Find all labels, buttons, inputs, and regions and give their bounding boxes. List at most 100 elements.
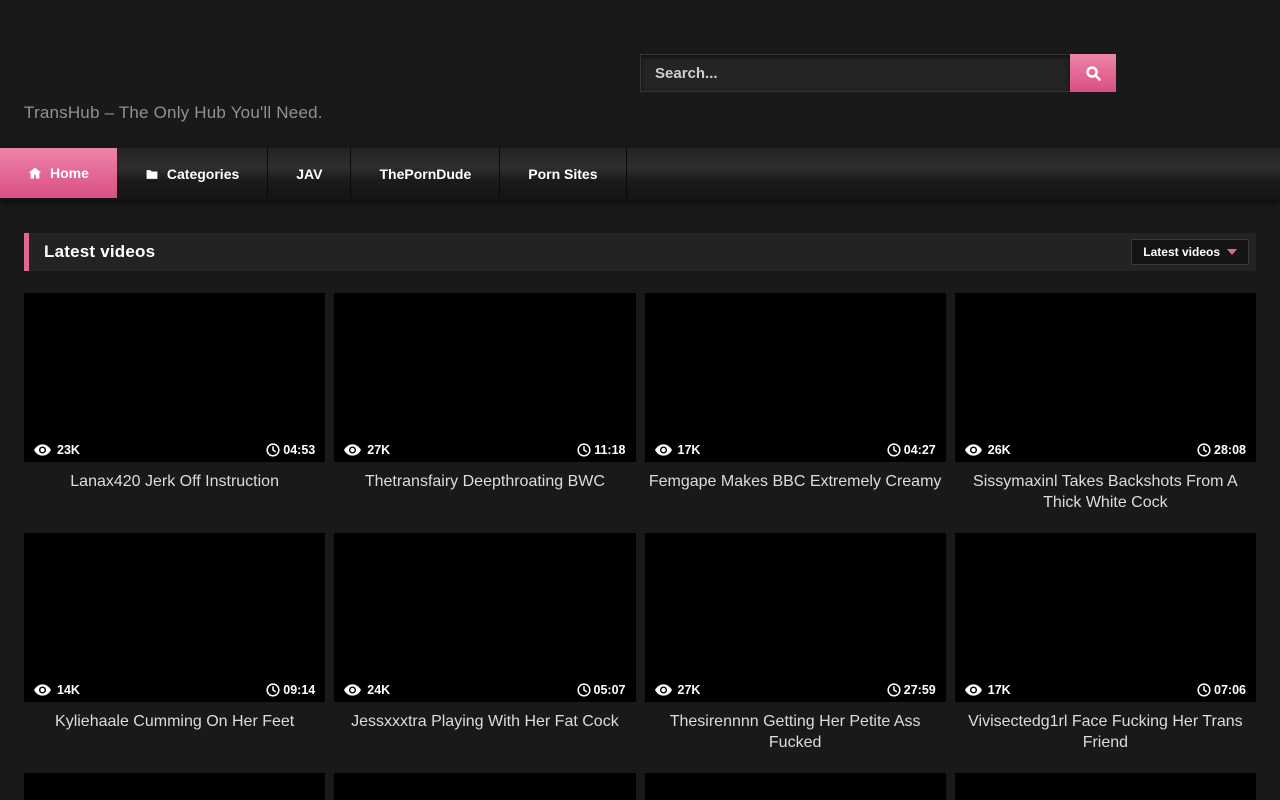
duration-clock-icon — [577, 443, 591, 457]
video-duration: 04:53 — [283, 443, 315, 457]
video-duration-group: 09:14 — [266, 683, 315, 697]
video-thumbnail — [645, 773, 946, 800]
video-duration: 07:06 — [1214, 683, 1246, 697]
sort-dropdown-button[interactable]: Latest videos — [1131, 239, 1249, 265]
views-eye-icon — [965, 444, 982, 456]
video-card[interactable]: 27K 27:59 Thesirennnn Getting Her Petite… — [645, 533, 946, 773]
nav-item-label: JAV — [296, 166, 322, 182]
video-card[interactable]: 26K 28:08 Sissymaxinl Takes Backshots Fr… — [955, 293, 1256, 533]
video-duration: 05:07 — [594, 683, 626, 697]
video-views-group: 27K — [344, 443, 390, 457]
video-card[interactable]: 27K 11:18 Thetransfairy Deepthroating BW… — [334, 293, 635, 533]
views-eye-icon — [965, 684, 982, 696]
video-card-partial[interactable] — [334, 773, 635, 800]
video-views: 17K — [988, 683, 1011, 697]
video-duration: 11:18 — [594, 443, 625, 457]
search-icon — [1085, 65, 1102, 82]
video-title: Kyliehaale Cumming On Her Feet — [24, 702, 325, 732]
search-form — [640, 54, 1116, 92]
duration-clock-icon — [266, 443, 280, 457]
video-meta: 14K 09:14 — [24, 683, 325, 697]
search-input[interactable] — [640, 54, 1070, 92]
duration-clock-icon — [266, 683, 280, 697]
video-duration: 04:27 — [904, 443, 936, 457]
video-meta: 23K 04:53 — [24, 443, 325, 457]
video-title: Vivisectedg1rl Face Fucking Her Trans Fr… — [955, 702, 1256, 753]
video-thumbnail: 26K 28:08 — [955, 293, 1256, 462]
video-thumbnail: 24K 05:07 — [334, 533, 635, 702]
nav-item-categories[interactable]: Categories — [117, 148, 268, 200]
section-header: Latest videos Latest videos — [24, 233, 1256, 271]
caret-down-icon — [1227, 249, 1237, 255]
video-views-group: 23K — [34, 443, 80, 457]
video-thumbnail: 17K 07:06 — [955, 533, 1256, 702]
video-meta: 17K 07:06 — [955, 683, 1256, 697]
video-views: 23K — [57, 443, 80, 457]
nav-item-label: Porn Sites — [528, 166, 597, 182]
video-title: Lanax420 Jerk Off Instruction — [24, 462, 325, 492]
video-thumbnail — [955, 773, 1256, 800]
video-duration-group: 04:27 — [887, 443, 936, 457]
video-duration: 28:08 — [1214, 443, 1246, 457]
nav-item-jav[interactable]: JAV — [268, 148, 351, 200]
video-views: 17K — [678, 443, 701, 457]
video-card[interactable]: 24K 05:07 Jessxxxtra Playing With Her Fa… — [334, 533, 635, 773]
video-views: 27K — [678, 683, 701, 697]
page: TransHub – The Only Hub You'll Need. Hom… — [0, 0, 1280, 800]
video-thumbnail — [24, 773, 325, 800]
video-views-group: 24K — [344, 683, 390, 697]
nav-item-theporndude[interactable]: ThePornDude — [351, 148, 500, 200]
video-duration-group: 27:59 — [887, 683, 936, 697]
duration-clock-icon — [887, 683, 901, 697]
video-card-partial[interactable] — [24, 773, 325, 800]
video-meta: 27K 27:59 — [645, 683, 946, 697]
video-meta: 24K 05:07 — [334, 683, 635, 697]
video-card[interactable]: 14K 09:14 Kyliehaale Cumming On Her Feet — [24, 533, 325, 773]
sort-dropdown-label: Latest videos — [1143, 245, 1220, 259]
video-grid: 23K 04:53 Lanax420 Jerk Off Instruction — [24, 293, 1256, 800]
views-eye-icon — [655, 444, 672, 456]
video-views-group: 26K — [965, 443, 1011, 457]
views-eye-icon — [34, 684, 51, 696]
video-duration: 27:59 — [904, 683, 936, 697]
video-duration-group: 05:07 — [577, 683, 626, 697]
video-card[interactable]: 17K 07:06 Vivisectedg1rl Face Fucking He… — [955, 533, 1256, 773]
video-thumbnail: 23K 04:53 — [24, 293, 325, 462]
video-views-group: 17K — [965, 683, 1011, 697]
video-views: 14K — [57, 683, 80, 697]
video-duration-group: 11:18 — [577, 443, 625, 457]
video-duration-group: 04:53 — [266, 443, 315, 457]
video-card-partial[interactable] — [955, 773, 1256, 800]
video-card[interactable]: 17K 04:27 Femgape Makes BBC Extremely Cr… — [645, 293, 946, 533]
site-header: TransHub – The Only Hub You'll Need. — [0, 0, 1280, 148]
nav-item-label: ThePornDude — [379, 166, 471, 182]
duration-clock-icon — [1197, 683, 1211, 697]
search-button[interactable] — [1070, 54, 1116, 92]
video-title: Sissymaxinl Takes Backshots From A Thick… — [955, 462, 1256, 513]
section-title: Latest videos — [29, 242, 1131, 262]
video-title: Jessxxxtra Playing With Her Fat Cock — [334, 702, 635, 732]
video-title: Thesirennnn Getting Her Petite Ass Fucke… — [645, 702, 946, 753]
video-thumbnail: 27K 11:18 — [334, 293, 635, 462]
site-tagline: TransHub – The Only Hub You'll Need. — [24, 103, 323, 123]
video-thumbnail: 27K 27:59 — [645, 533, 946, 702]
video-meta: 17K 04:27 — [645, 443, 946, 457]
video-views: 27K — [367, 443, 390, 457]
video-card-partial[interactable] — [645, 773, 946, 800]
views-eye-icon — [655, 684, 672, 696]
video-card[interactable]: 23K 04:53 Lanax420 Jerk Off Instruction — [24, 293, 325, 533]
nav-item-porn-sites[interactable]: Porn Sites — [500, 148, 626, 200]
video-meta: 27K 11:18 — [334, 443, 635, 457]
video-title: Femgape Makes BBC Extremely Creamy — [645, 462, 946, 492]
video-duration-group: 28:08 — [1197, 443, 1246, 457]
video-views-group: 14K — [34, 683, 80, 697]
duration-clock-icon — [1197, 443, 1211, 457]
video-thumbnail — [334, 773, 635, 800]
video-views: 24K — [367, 683, 390, 697]
folder-icon — [145, 168, 159, 181]
video-views: 26K — [988, 443, 1011, 457]
nav-item-home[interactable]: Home — [0, 148, 117, 198]
main-nav: Home Categories JAV ThePornDude Porn Sit… — [0, 148, 1280, 200]
video-meta: 26K 28:08 — [955, 443, 1256, 457]
nav-item-label: Home — [50, 165, 89, 181]
